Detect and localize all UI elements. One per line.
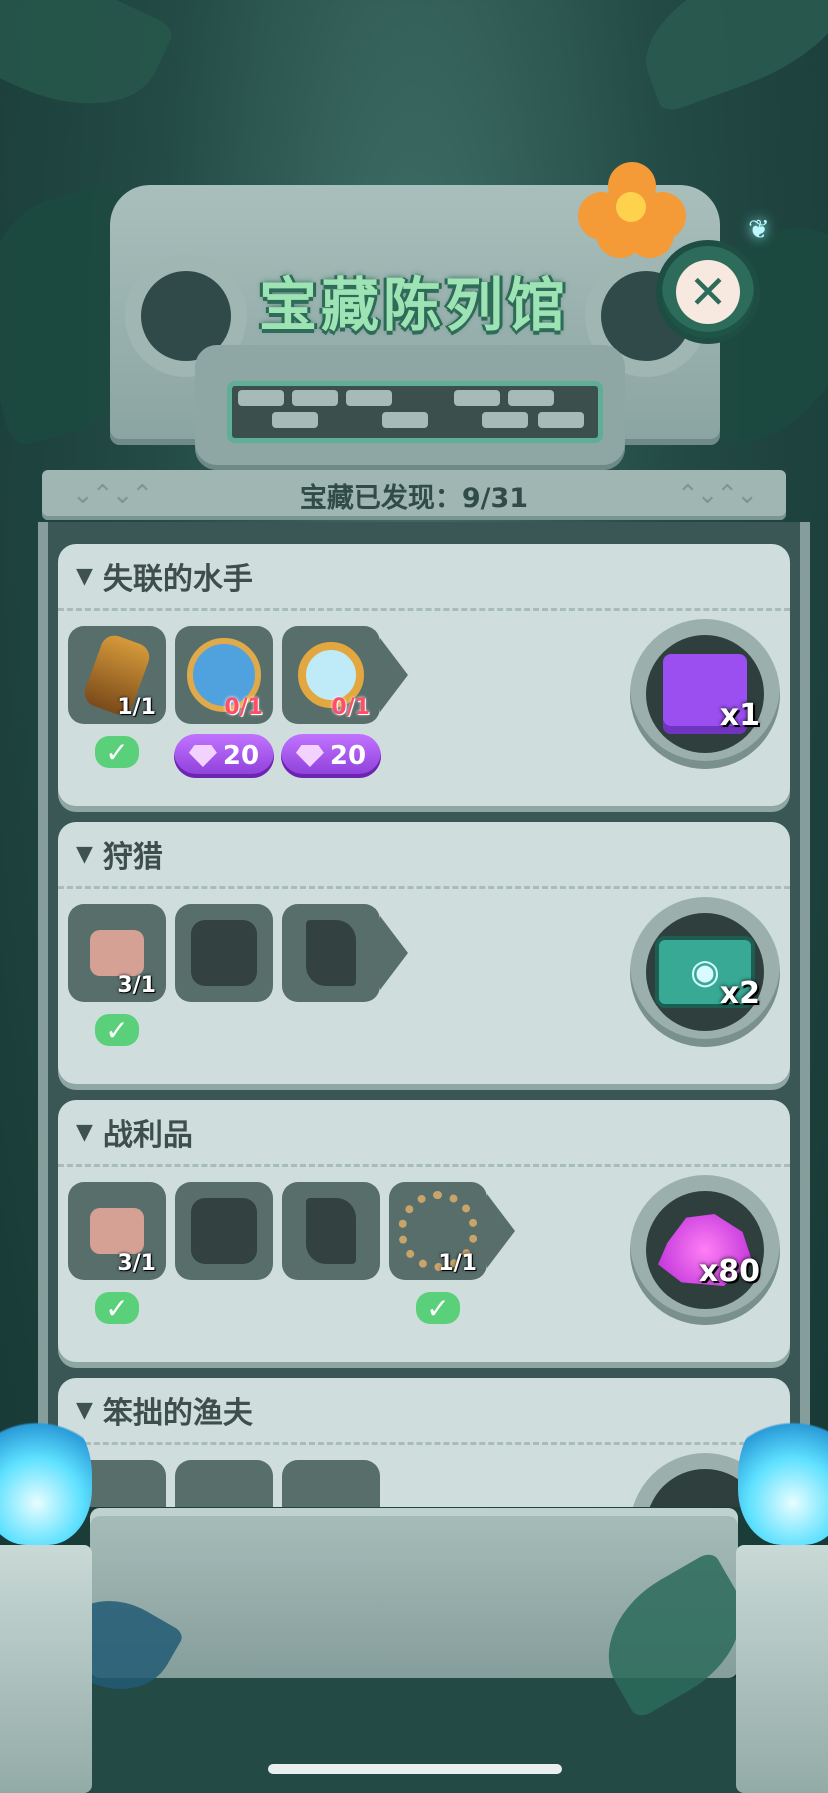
collection-title: 笨拙的渔夫 [102, 1396, 253, 1431]
plaque-brick [538, 412, 584, 428]
item-count: 3/1 [117, 1251, 156, 1276]
chevron-down-icon: ▼ [76, 1119, 93, 1145]
hammer-icon [90, 1208, 144, 1254]
treasure-slot[interactable] [175, 1182, 273, 1280]
locked-silhouette-icon [306, 920, 356, 986]
treasure-slot[interactable] [282, 904, 408, 1002]
plaque-brick [482, 412, 528, 428]
locked-silhouette-icon [306, 1198, 356, 1264]
plaque-brick [508, 390, 554, 406]
buy-with-gems-button[interactable]: 20 [174, 734, 274, 778]
treasure-slot[interactable]: 3/1 [68, 904, 166, 1002]
collection-card: ▼ 笨拙的渔夫 [58, 1378, 790, 1507]
collected-check-icon: ✓ [95, 1014, 139, 1047]
plaque-slot [227, 381, 603, 443]
home-indicator[interactable] [268, 1764, 562, 1774]
locked-silhouette-icon [191, 1198, 257, 1264]
chevron-decor-icon: ⌄⌃⌄⌃ [72, 480, 153, 510]
collection-header[interactable]: ▼ 战利品 [58, 1100, 790, 1167]
foliage-leaf [0, 0, 176, 137]
collected-check-icon: ✓ [95, 736, 139, 769]
slot-arrow-tab [380, 638, 408, 712]
gem-cost: 20 [329, 741, 367, 771]
locked-silhouette-icon [191, 920, 257, 986]
treasure-slot[interactable] [175, 1460, 273, 1507]
item-count: 0/1 [331, 695, 370, 720]
chevron-down-icon: ▼ [76, 1397, 93, 1423]
item-count: 1/1 [438, 1251, 477, 1276]
collected-check-icon: ✓ [416, 1292, 460, 1325]
gem-cost: 20 [222, 741, 260, 771]
reward-qty: x2 [719, 976, 760, 1011]
plaque-brick [346, 390, 392, 406]
collected-check-icon: ✓ [95, 1292, 139, 1325]
treasure-slot[interactable]: 0/1 [175, 626, 273, 724]
collection-card: ▼ 战利品 3/1 ✓ 1/1 ✓ x80 [58, 1100, 790, 1362]
treasure-slot[interactable]: 1/1 [389, 1182, 515, 1280]
collection-reward[interactable]: x1 [630, 619, 780, 769]
foliage-leaf [625, 0, 828, 115]
stone-plaque [195, 345, 625, 470]
chevron-decor-icon: ⌃⌄⌃⌄ [676, 480, 758, 510]
hammer-icon [90, 930, 144, 976]
reward-qty: x80 [698, 1254, 760, 1289]
collection-reward[interactable]: x80 [630, 1175, 780, 1325]
collection-title: 失联的水手 [102, 562, 253, 597]
chevron-down-icon: ▼ [76, 841, 93, 867]
treasure-slot[interactable]: 1/1 [68, 626, 166, 724]
treasure-slot[interactable] [175, 904, 273, 1002]
collection-card: ▼ 狩猎 3/1 ✓ ◉ x2 [58, 822, 790, 1084]
collection-header[interactable]: ▼ 失联的水手 [58, 544, 790, 611]
stone-pillar [736, 1545, 828, 1793]
collection-title: 战利品 [102, 1118, 193, 1153]
plaque-brick [238, 390, 284, 406]
slot-arrow-tab [380, 916, 408, 990]
butterfly-icon: ❦ [748, 215, 770, 245]
gem-icon [295, 745, 324, 767]
close-button[interactable]: ✕ [656, 240, 760, 344]
collection-reward[interactable]: ◉ x2 [630, 897, 780, 1047]
treasure-slot[interactable] [282, 1182, 380, 1280]
treasure-found-count: 宝藏已发现：9/31 [299, 482, 529, 514]
item-count: 0/1 [224, 695, 263, 720]
chevron-down-icon: ▼ [76, 563, 93, 589]
close-icon: ✕ [676, 260, 740, 324]
reward-qty: x1 [719, 698, 760, 733]
collection-title: 狩猎 [102, 840, 163, 875]
slot-arrow-tab [487, 1194, 515, 1268]
orange-flower-icon [578, 162, 688, 258]
collection-header[interactable]: ▼ 笨拙的渔夫 [58, 1378, 790, 1445]
treasure-slot[interactable]: 3/1 [68, 1182, 166, 1280]
plaque-brick [382, 412, 428, 428]
treasure-slot[interactable] [282, 1460, 380, 1507]
collection-card: ▼ 失联的水手 1/1 ✓ 0/1 20 0/1 20 x1 [58, 544, 790, 806]
collection-header[interactable]: ▼ 狩猎 [58, 822, 790, 889]
stone-pillar [0, 1545, 92, 1793]
gem-icon [188, 745, 217, 767]
page-title: 宝藏陈列馆 [258, 271, 569, 339]
buy-with-gems-button[interactable]: 20 [281, 734, 381, 778]
item-count: 3/1 [117, 973, 156, 998]
plaque-brick [454, 390, 500, 406]
item-count: 1/1 [117, 695, 156, 720]
collection-list[interactable]: ▼ 失联的水手 1/1 ✓ 0/1 20 0/1 20 x1 ▼ 狩猎 3/1 … [38, 522, 810, 1507]
treasure-slot[interactable]: 0/1 [282, 626, 408, 724]
plaque-brick [272, 412, 318, 428]
ground [0, 1678, 828, 1793]
progress-bar: ⌄⌃⌄⌃ 宝藏已发现：9/31 ⌃⌄⌃⌄ [42, 470, 786, 520]
plaque-brick [292, 390, 338, 406]
